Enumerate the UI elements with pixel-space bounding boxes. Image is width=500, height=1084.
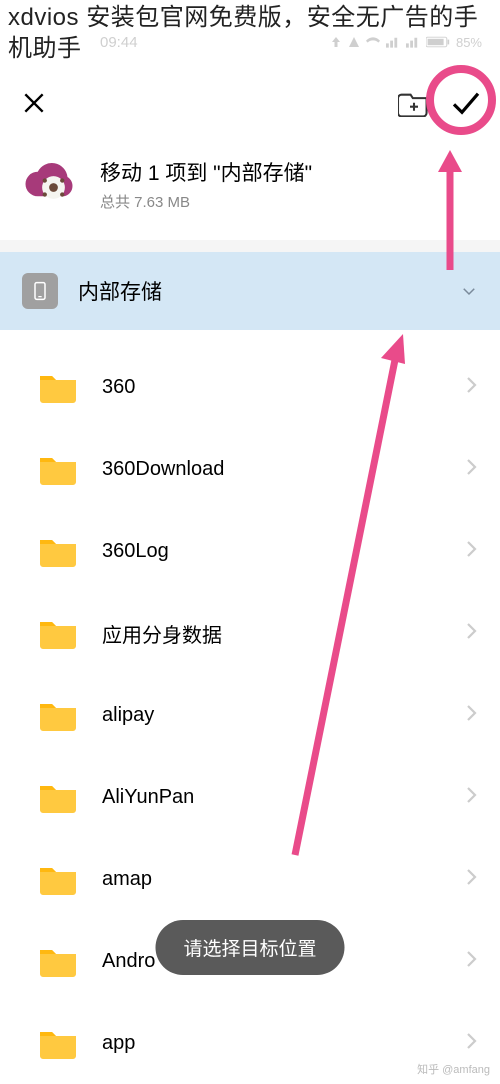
folder-name: 360Log xyxy=(102,540,442,563)
folder-row[interactable]: AliYunPan xyxy=(0,756,500,838)
folder-name: 360 xyxy=(102,376,442,399)
top-bar xyxy=(0,78,500,128)
chevron-right-icon xyxy=(466,702,478,728)
folder-row[interactable]: 360 xyxy=(0,346,500,428)
folder-row[interactable]: amap xyxy=(0,838,500,920)
chevron-right-icon xyxy=(466,948,478,974)
folder-name: amap xyxy=(102,868,442,891)
folder-icon xyxy=(38,1026,78,1060)
folder-row[interactable]: 应用分身数据 xyxy=(0,592,500,674)
folder-icon xyxy=(38,780,78,814)
chevron-right-icon xyxy=(466,1030,478,1056)
storage-label: 内部存储 xyxy=(78,276,440,306)
toast-message: 请选择目标位置 xyxy=(155,920,344,975)
folder-icon xyxy=(38,370,78,404)
folder-row[interactable]: alipay xyxy=(0,674,500,756)
new-folder-icon xyxy=(398,89,430,116)
chevron-right-icon xyxy=(466,620,478,646)
folder-name: app xyxy=(102,1032,442,1055)
page-overlay-title: xdvios 安装包官网免费版，安全无广告的手机助手 xyxy=(8,2,500,64)
close-button[interactable] xyxy=(18,87,50,119)
move-header: 移动 1 项到 "内部存储" 总共 7.63 MB xyxy=(0,144,500,234)
confirm-button[interactable] xyxy=(450,87,482,119)
chevron-right-icon xyxy=(466,538,478,564)
folder-icon xyxy=(38,534,78,568)
folder-icon xyxy=(38,698,78,732)
section-divider xyxy=(0,240,500,252)
folder-row[interactable]: 360Download xyxy=(0,428,500,510)
close-icon xyxy=(21,90,47,116)
folder-name: AliYunPan xyxy=(102,786,442,809)
folder-icon xyxy=(38,944,78,978)
watermark: 知乎 @amfang xyxy=(417,1061,490,1077)
phone-icon xyxy=(22,273,58,309)
chevron-down-icon xyxy=(460,282,478,300)
folder-name: 360Download xyxy=(102,458,442,481)
move-title: 移动 1 项到 "内部存储" xyxy=(100,157,478,187)
check-icon xyxy=(450,87,482,119)
chevron-right-icon xyxy=(466,456,478,482)
move-subtitle: 总共 7.63 MB xyxy=(100,191,478,212)
chevron-right-icon xyxy=(466,374,478,400)
folder-row[interactable]: 360Log xyxy=(0,510,500,592)
folder-icon xyxy=(38,616,78,650)
storage-location-row[interactable]: 内部存储 xyxy=(0,252,500,330)
folder-icon xyxy=(38,452,78,486)
folder-icon xyxy=(38,862,78,896)
folder-name: 应用分身数据 xyxy=(102,619,442,648)
folder-name: alipay xyxy=(102,704,442,727)
chevron-right-icon xyxy=(466,784,478,810)
new-folder-button[interactable] xyxy=(398,87,430,119)
chevron-right-icon xyxy=(466,866,478,892)
file-type-icon xyxy=(22,156,78,212)
